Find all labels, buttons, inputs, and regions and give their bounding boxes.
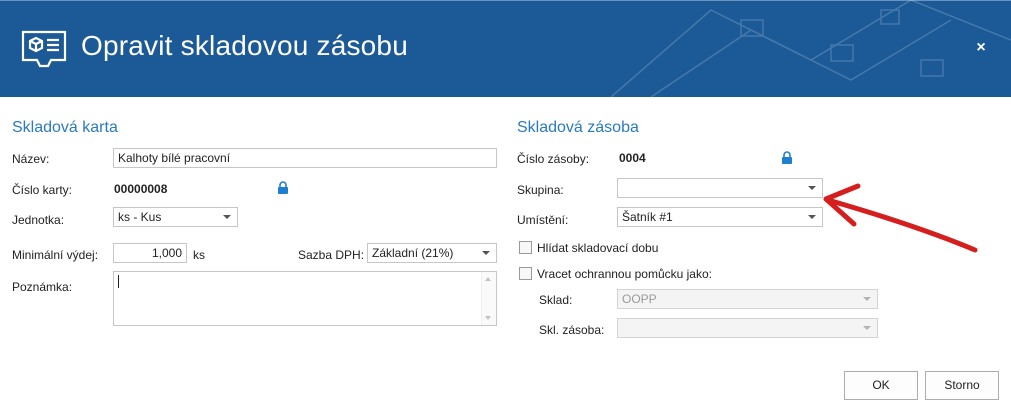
- min-vydej-field[interactable]: 1,000: [113, 243, 187, 263]
- section-title-skladova-zasoba: Skladová zásoba: [517, 119, 639, 136]
- sazba-dph-label: Sazba DPH:: [298, 248, 365, 262]
- umisteni-label: Umístění:: [517, 213, 569, 227]
- poznamka-textarea[interactable]: [113, 271, 497, 326]
- close-button[interactable]: ×: [973, 40, 989, 56]
- stock-card-icon: [21, 30, 67, 68]
- sklad-label: Sklad:: [539, 293, 573, 307]
- text-cursor: [118, 275, 119, 288]
- min-vydej-unit: ks: [193, 248, 205, 262]
- poznamka-label: Poznámka:: [12, 280, 73, 294]
- storno-button[interactable]: Storno: [925, 371, 999, 400]
- nazev-field[interactable]: Kalhoty bílé pracovní: [113, 148, 497, 168]
- sazba-dph-value: Základní (21%): [372, 246, 454, 260]
- header-pattern: [610, 0, 1011, 97]
- section-title-skladova-karta: Skladová karta: [12, 119, 118, 136]
- jednotka-label: Jednotka:: [12, 213, 65, 227]
- cislo-karty-value: 00000008: [114, 182, 168, 196]
- ok-button[interactable]: OK: [844, 371, 918, 400]
- hlidat-label[interactable]: Hlídat skladovací dobu: [537, 241, 658, 255]
- chevron-down-icon: [808, 215, 816, 219]
- chevron-down-icon: [808, 186, 816, 190]
- jednotka-value: ks - Kus: [118, 210, 162, 224]
- nazev-label: Název:: [12, 152, 50, 166]
- vracet-label[interactable]: Vracet ochrannou pomůcku jako:: [537, 267, 712, 281]
- chevron-down-icon: [863, 297, 871, 301]
- min-vydej-label: Minimální výdej:: [12, 248, 99, 262]
- jednotka-select[interactable]: ks - Kus: [113, 207, 238, 227]
- skl-zasoba-label: Skl. zásoba:: [539, 323, 605, 337]
- lock-icon: [782, 151, 792, 164]
- dialog-header: Opravit skladovou zásobu ×: [0, 0, 1011, 97]
- umisteni-value: Šatník #1: [622, 210, 673, 224]
- sklad-value: OOPP: [622, 292, 657, 306]
- lock-icon: [278, 181, 288, 194]
- scroll-down-icon[interactable]: [485, 316, 491, 320]
- sklad-select: OOPP: [617, 289, 878, 309]
- cislo-karty-label: Číslo karty:: [12, 183, 73, 197]
- sazba-dph-select[interactable]: Základní (21%): [367, 243, 497, 263]
- umisteni-select[interactable]: Šatník #1: [617, 207, 823, 227]
- skl-zasoba-select: [617, 318, 878, 338]
- red-arrow-annotation: [823, 183, 978, 253]
- textarea-scrollbar[interactable]: [481, 272, 496, 325]
- hlidat-checkbox[interactable]: [519, 241, 532, 254]
- cislo-zasoby-label: Číslo zásoby:: [517, 152, 590, 166]
- cislo-zasoby-value: 0004: [619, 151, 646, 165]
- skupina-select[interactable]: [617, 178, 823, 198]
- vracet-checkbox[interactable]: [519, 267, 532, 280]
- scroll-up-icon[interactable]: [485, 277, 491, 281]
- chevron-down-icon: [482, 251, 490, 255]
- chevron-down-icon: [223, 215, 231, 219]
- skupina-label: Skupina:: [517, 183, 564, 197]
- chevron-down-icon: [863, 326, 871, 330]
- dialog-title: Opravit skladovou zásobu: [81, 30, 408, 61]
